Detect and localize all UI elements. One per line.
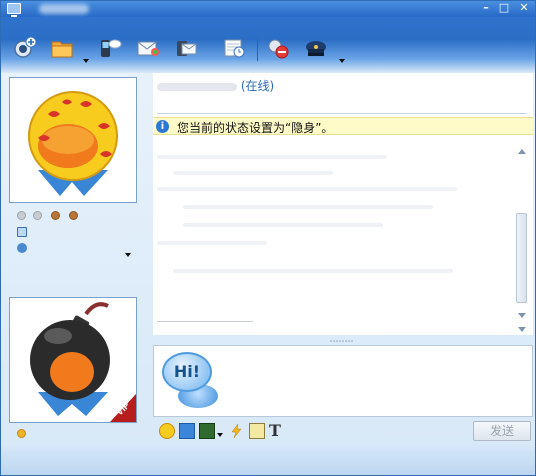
contact-info-dropdown-arrow[interactable] <box>125 253 131 257</box>
chat-history: (在线) i 您当前的状态设置为“隐身”。 <box>153 73 533 335</box>
send-file-button[interactable] <box>47 33 77 63</box>
message-card-icon <box>174 36 198 60</box>
video-chat-button[interactable] <box>9 33 39 63</box>
screenshot-icon[interactable] <box>179 423 195 439</box>
bomb-avatar-icon: VIP <box>30 302 136 422</box>
window-icon[interactable] <box>249 423 265 439</box>
send-message-button[interactable] <box>171 33 201 63</box>
font-icon[interactable]: T <box>269 423 285 439</box>
input-toolbar: T 发送 <box>153 419 533 443</box>
toolbar <box>1 17 535 73</box>
calendar-clock-icon <box>222 36 246 60</box>
online-status: (在线) <box>240 79 275 93</box>
info-icon: i <box>156 120 169 133</box>
blurred-message-line <box>173 171 333 175</box>
close-button[interactable]: ✕ <box>517 2 531 15</box>
scroll-thumb[interactable] <box>516 213 527 303</box>
scroll-down-arrow[interactable] <box>518 313 526 318</box>
pane-splitter[interactable] <box>153 335 533 345</box>
chat-scrollbar[interactable] <box>515 145 529 335</box>
blurred-message-line <box>173 269 453 273</box>
image-dropdown-arrow[interactable] <box>217 433 223 437</box>
blurred-contact-name <box>157 82 237 91</box>
minimize-button[interactable]: – <box>479 2 493 15</box>
history-button[interactable] <box>219 33 249 63</box>
envelope-icon <box>136 36 160 60</box>
folder-icon <box>50 36 74 60</box>
send-button[interactable]: 发送 <box>473 421 531 441</box>
app-monitor-icon <box>7 3 21 17</box>
header-divider <box>157 113 527 114</box>
blurred-message-line <box>157 241 267 245</box>
scroll-up-arrow[interactable] <box>518 149 526 154</box>
no-entry-icon <box>266 36 290 60</box>
level-badge-icon <box>17 211 26 220</box>
my-avatar[interactable]: VIP <box>9 297 137 423</box>
message-input[interactable]: Hi! <box>153 345 533 417</box>
maximize-button[interactable]: □ <box>497 2 511 15</box>
blurred-title <box>39 4 89 14</box>
service-icon <box>17 243 27 253</box>
block-button[interactable] <box>263 33 293 63</box>
toolbar-separator <box>257 39 258 61</box>
mobile-icon <box>17 227 27 237</box>
level-badge-icon <box>69 211 78 220</box>
hi-sticker-icon: Hi! <box>162 352 212 392</box>
camera-plus-icon <box>12 36 37 60</box>
blurred-message-line <box>157 187 457 191</box>
title-bar: – □ ✕ <box>1 1 535 17</box>
message-divider <box>157 321 253 322</box>
chat-window: – □ ✕ VIP (在线) i 您当前的状态设置为“隐身”。 Hi! T 发送 <box>0 0 536 476</box>
blurred-message-line <box>183 205 433 209</box>
blurred-message-line <box>157 155 387 159</box>
nudge-icon[interactable] <box>229 423 245 439</box>
medal-icon <box>17 429 26 438</box>
smiley-kiss-avatar-icon <box>28 91 118 196</box>
image-icon[interactable] <box>199 423 215 439</box>
mail-button[interactable] <box>133 33 163 63</box>
police-hat-icon <box>304 36 328 60</box>
contact-avatar[interactable] <box>9 77 137 203</box>
emoticon-icon[interactable] <box>159 423 175 439</box>
send-file-dropdown-arrow[interactable] <box>83 59 89 63</box>
status-notice: i 您当前的状态设置为“隐身”。 <box>153 117 533 135</box>
scroll-to-end-arrow[interactable] <box>518 327 526 332</box>
security-dropdown-arrow[interactable] <box>339 59 345 63</box>
phone-icon <box>98 36 122 60</box>
mobile-sms-button[interactable] <box>95 33 125 63</box>
security-button[interactable] <box>301 33 331 63</box>
blurred-message-line <box>183 223 383 227</box>
contact-status-line: (在线) <box>157 77 274 94</box>
level-badge-icon <box>33 211 42 220</box>
window-footer <box>1 445 535 475</box>
level-badge-icon <box>51 211 60 220</box>
notice-text: 您当前的状态设置为“隐身”。 <box>177 121 334 135</box>
